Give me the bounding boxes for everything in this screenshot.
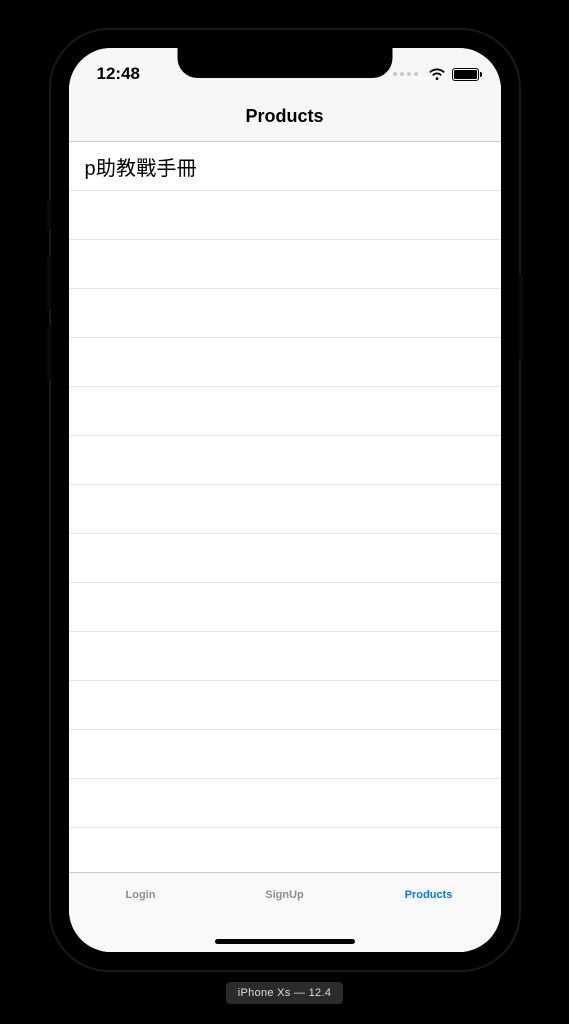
cell-dots-icon: [393, 72, 418, 76]
table-row[interactable]: [69, 289, 501, 338]
device-frame: 12:48 Products p助教戰手冊: [51, 30, 519, 970]
tab-signup[interactable]: SignUp: [213, 889, 356, 901]
screen: 12:48 Products p助教戰手冊: [69, 48, 501, 952]
battery-icon: [452, 68, 479, 81]
table-row[interactable]: [69, 387, 501, 436]
row-label: p助教戰手冊: [85, 152, 197, 181]
tab-login[interactable]: Login: [69, 889, 212, 901]
table-row[interactable]: [69, 681, 501, 730]
table-row[interactable]: [69, 583, 501, 632]
volume-up-button: [47, 255, 51, 310]
navigation-bar: Products: [69, 92, 501, 142]
power-button: [519, 275, 523, 360]
volume-down-button: [47, 325, 51, 380]
table-row[interactable]: [69, 485, 501, 534]
page-title: Products: [245, 106, 323, 127]
table-row[interactable]: [69, 779, 501, 828]
table-row[interactable]: [69, 240, 501, 289]
products-table[interactable]: p助教戰手冊: [69, 142, 501, 872]
table-row[interactable]: [69, 338, 501, 387]
device-notch: [177, 48, 392, 78]
status-time: 12:48: [97, 64, 140, 84]
status-right: [393, 68, 479, 81]
table-row[interactable]: [69, 436, 501, 485]
wifi-icon: [428, 68, 446, 81]
mute-switch: [47, 200, 51, 230]
tab-products[interactable]: Products: [357, 889, 500, 901]
simulator-label: iPhone Xs — 12.4: [226, 982, 343, 1004]
table-row[interactable]: [69, 191, 501, 240]
home-indicator[interactable]: [215, 939, 355, 944]
table-row[interactable]: p助教戰手冊: [69, 142, 501, 191]
table-row[interactable]: [69, 632, 501, 681]
table-row[interactable]: [69, 730, 501, 779]
table-row[interactable]: [69, 534, 501, 583]
